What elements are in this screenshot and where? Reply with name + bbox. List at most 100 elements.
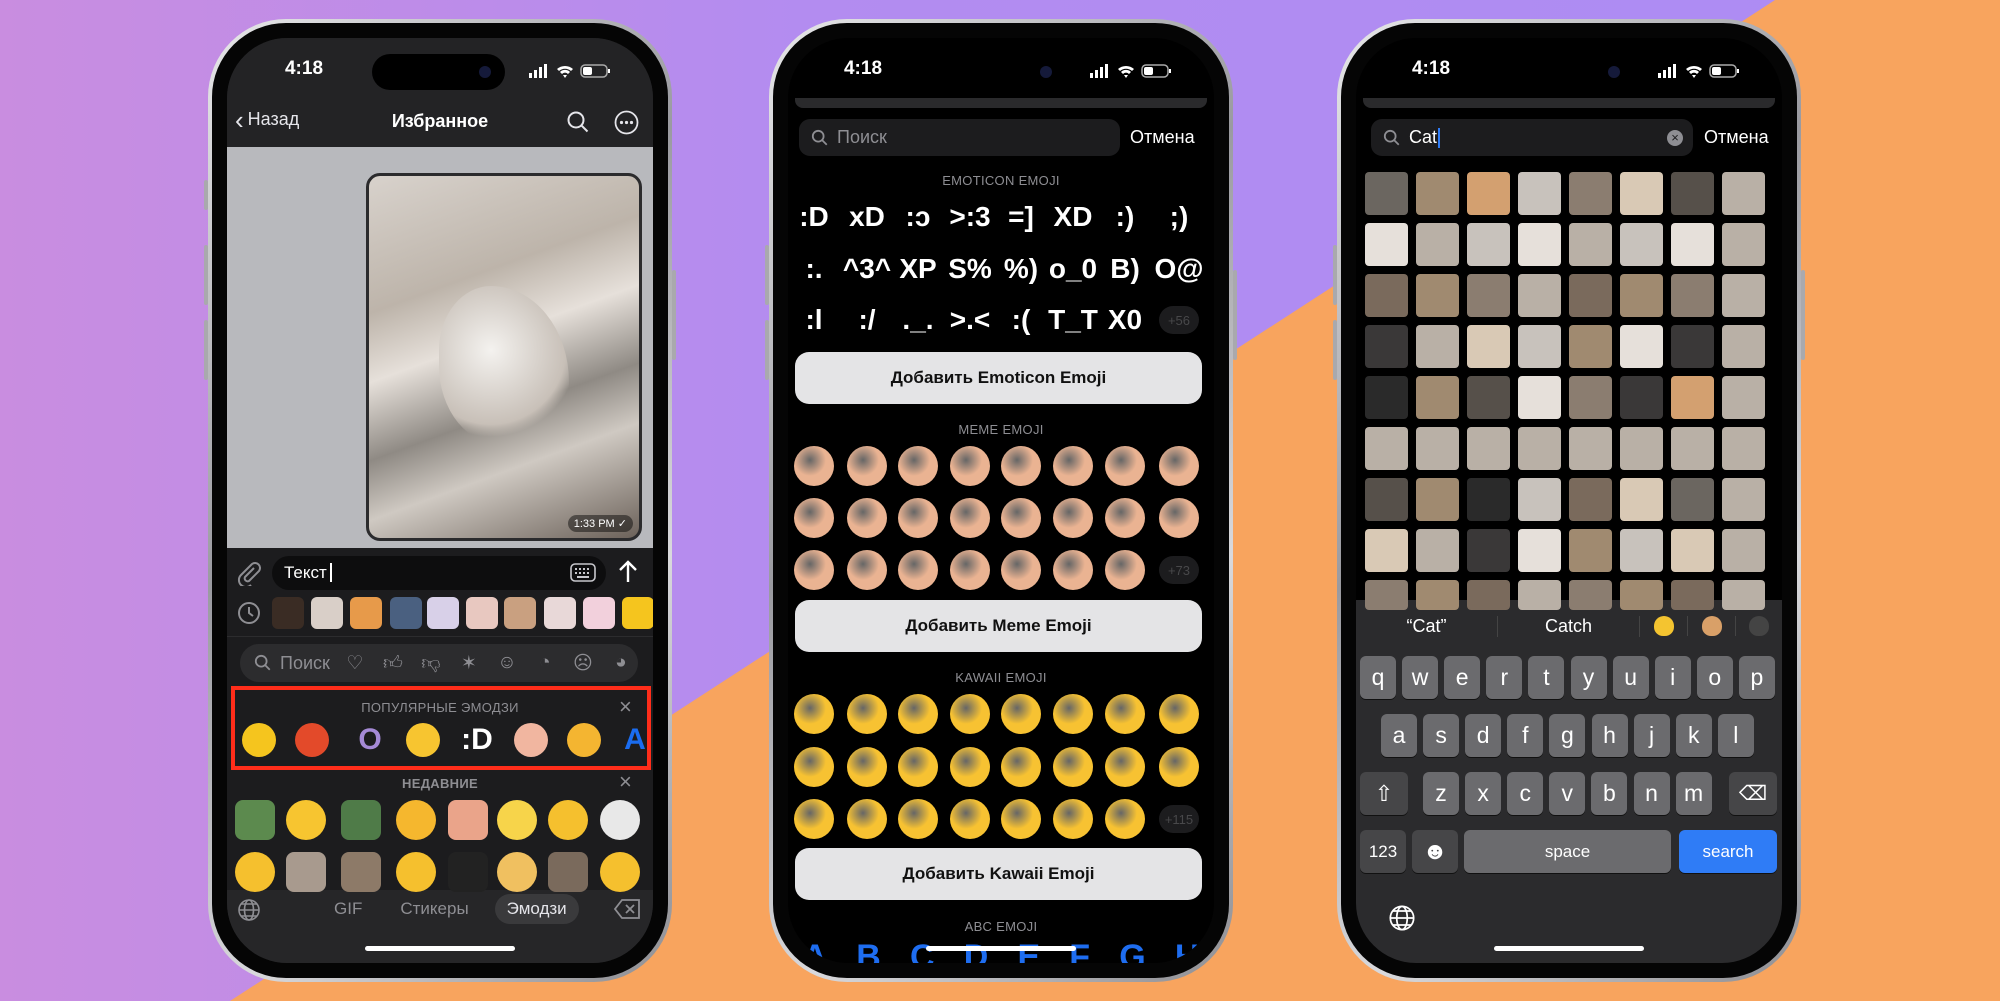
cat-sticker[interactable] bbox=[1365, 478, 1408, 521]
abc-emoji[interactable]: A bbox=[803, 938, 828, 963]
meme-emoji[interactable] bbox=[794, 446, 834, 486]
emoticon-emoji[interactable]: :ↄ bbox=[893, 201, 943, 233]
meme-emoji[interactable] bbox=[1105, 498, 1145, 538]
nail-polish-emoji[interactable] bbox=[497, 852, 537, 892]
cancel-button[interactable]: Отмена bbox=[1704, 127, 1769, 148]
hug-emoji[interactable] bbox=[396, 800, 436, 840]
kawaii-emoji[interactable] bbox=[794, 799, 834, 839]
sparkles-emoji[interactable] bbox=[497, 800, 537, 840]
kawaii-emoji[interactable] bbox=[1053, 694, 1093, 734]
cat-sticker[interactable] bbox=[1620, 478, 1663, 521]
thumbs-down-icon[interactable]: 👎︎ bbox=[420, 652, 442, 675]
cat-sticker[interactable] bbox=[1467, 274, 1510, 317]
add-emoticon-button[interactable]: Добавить Emoticon Emoji bbox=[795, 352, 1202, 404]
recent-clock-icon[interactable] bbox=[237, 601, 261, 625]
cat-sticker[interactable] bbox=[1365, 529, 1408, 572]
kawaii-emoji[interactable] bbox=[1053, 747, 1093, 787]
kawaii-emoji[interactable] bbox=[1001, 747, 1041, 787]
key-t[interactable]: t bbox=[1528, 656, 1565, 699]
cat-sticker[interactable] bbox=[1722, 580, 1765, 610]
meme-emoji[interactable] bbox=[1105, 446, 1145, 486]
photo-message[interactable]: 1:33 PM ✓ bbox=[366, 173, 642, 541]
laughing-emoji[interactable] bbox=[295, 723, 329, 757]
emoticon-emoji[interactable]: :. bbox=[789, 253, 839, 285]
kawaii-emoji[interactable] bbox=[1105, 694, 1145, 734]
kawaii-emoji[interactable] bbox=[1159, 694, 1199, 734]
recent-sticker[interactable] bbox=[427, 597, 459, 629]
cat-sticker[interactable] bbox=[1722, 274, 1765, 317]
key-f[interactable]: f bbox=[1507, 714, 1544, 757]
more-icon[interactable] bbox=[614, 110, 639, 135]
emoticon-emoji[interactable]: >:3 bbox=[945, 201, 995, 233]
emoticon-emoji[interactable]: ;) bbox=[1154, 201, 1204, 233]
kawaii-emoji[interactable] bbox=[1053, 799, 1093, 839]
duck-emoji[interactable] bbox=[242, 723, 276, 757]
cat-sticker[interactable] bbox=[1467, 478, 1510, 521]
cat-sticker[interactable] bbox=[1518, 172, 1561, 215]
key-u[interactable]: u bbox=[1612, 656, 1649, 699]
cat-sticker[interactable] bbox=[1620, 274, 1663, 317]
add-meme-button[interactable]: Добавить Meme Emoji bbox=[795, 600, 1202, 652]
globe-icon[interactable] bbox=[1388, 904, 1416, 932]
recent-sticker[interactable] bbox=[311, 597, 343, 629]
recent-sticker[interactable] bbox=[544, 597, 576, 629]
tab-emoji[interactable]: Эмодзи bbox=[494, 894, 579, 924]
emoticon-emoji[interactable]: X0 bbox=[1100, 304, 1150, 336]
key-g[interactable]: g bbox=[1549, 714, 1586, 757]
emoticon-emoji[interactable]: o_0 bbox=[1048, 253, 1098, 285]
cat-sticker[interactable] bbox=[1671, 478, 1714, 521]
cat-sticker[interactable] bbox=[1518, 478, 1561, 521]
clear-icon[interactable]: × bbox=[1667, 130, 1683, 146]
cat-sticker[interactable] bbox=[1569, 427, 1612, 470]
meme-emoji[interactable] bbox=[847, 498, 887, 538]
cat-sticker[interactable] bbox=[1518, 274, 1561, 317]
cat-sticker[interactable] bbox=[1467, 172, 1510, 215]
shift-key[interactable]: ⇧ bbox=[1360, 772, 1408, 815]
globe-icon[interactable] bbox=[237, 898, 261, 922]
search-icon[interactable] bbox=[566, 110, 590, 134]
cat-sticker[interactable] bbox=[1467, 427, 1510, 470]
emoticon-emoji[interactable]: T_T bbox=[1048, 304, 1098, 336]
cat-sticker[interactable] bbox=[1671, 529, 1714, 572]
cat-sticker[interactable] bbox=[1365, 325, 1408, 368]
message-input[interactable]: Текст bbox=[272, 556, 606, 590]
letter-o-emoji[interactable]: O bbox=[353, 723, 387, 757]
delete-key[interactable]: ⌫ bbox=[1729, 772, 1777, 815]
black-cat-emoji[interactable] bbox=[1736, 616, 1782, 636]
meme-emoji[interactable] bbox=[1159, 446, 1199, 486]
angry-icon[interactable]: ◕ bbox=[610, 652, 632, 675]
cat-sticker[interactable] bbox=[1722, 529, 1765, 572]
kawaii-emoji[interactable] bbox=[794, 694, 834, 734]
meme-emoji[interactable] bbox=[847, 446, 887, 486]
cat-emoji[interactable] bbox=[1688, 616, 1736, 636]
cat-sticker[interactable] bbox=[1671, 325, 1714, 368]
key-q[interactable]: q bbox=[1360, 656, 1396, 699]
letter-a-emoji[interactable]: A bbox=[618, 723, 652, 757]
cat-sticker[interactable] bbox=[1620, 223, 1663, 266]
cat-sticker[interactable] bbox=[1365, 427, 1408, 470]
cat-sticker[interactable] bbox=[1569, 325, 1612, 368]
recent-sticker[interactable] bbox=[583, 597, 615, 629]
cat-sticker[interactable] bbox=[1416, 478, 1459, 521]
cat-sticker[interactable] bbox=[1620, 427, 1663, 470]
cat-sticker[interactable] bbox=[1518, 325, 1561, 368]
emoticon-emoji[interactable]: xD bbox=[842, 201, 892, 233]
cat-sticker[interactable] bbox=[1416, 529, 1459, 572]
cat-sticker[interactable] bbox=[1518, 580, 1561, 610]
emoji-key[interactable]: ☻ bbox=[1412, 830, 1458, 873]
cat-sticker[interactable] bbox=[1467, 325, 1510, 368]
kawaii-emoji[interactable] bbox=[847, 799, 887, 839]
frog-crying-sticker[interactable] bbox=[341, 800, 381, 840]
smile-icon[interactable]: ☺ bbox=[496, 652, 518, 675]
space-key[interactable]: space bbox=[1464, 830, 1671, 873]
recent-sticker[interactable] bbox=[466, 597, 498, 629]
meme-emoji[interactable] bbox=[847, 550, 887, 590]
add-kawaii-button[interactable]: Добавить Kawaii Emoji bbox=[795, 848, 1202, 900]
abc-emoji[interactable]: H bbox=[1175, 938, 1200, 963]
key-i[interactable]: i bbox=[1654, 656, 1691, 699]
key-l[interactable]: l bbox=[1717, 714, 1754, 757]
kawaii-emoji[interactable] bbox=[950, 799, 990, 839]
cat-sticker[interactable] bbox=[1671, 274, 1714, 317]
emoticon-emoji[interactable]: :/ bbox=[842, 304, 892, 336]
key-b[interactable]: b bbox=[1591, 772, 1628, 815]
